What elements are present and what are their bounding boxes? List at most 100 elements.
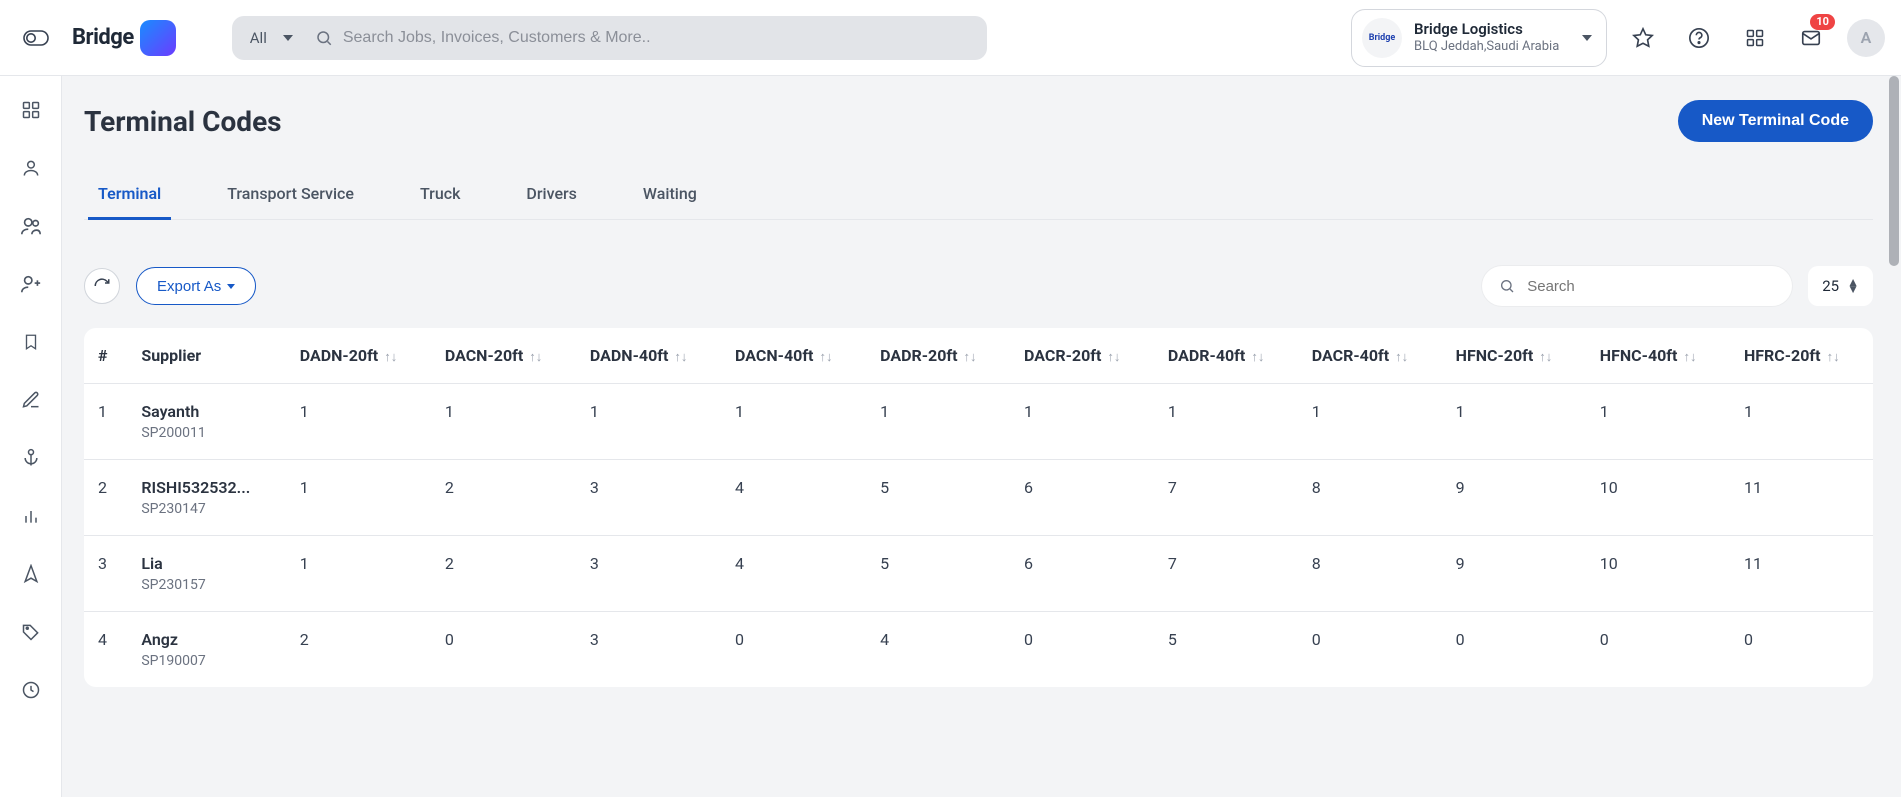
col-dadr-40ft[interactable]: DADR-40ft↑↓ <box>1154 328 1298 384</box>
supplier-cell: Angz SP190007 <box>127 612 285 688</box>
tab-terminal[interactable]: Terminal <box>88 170 171 220</box>
content-scroll[interactable]: Terminal Codes New Terminal Code Termina… <box>62 76 1901 797</box>
supplier-code: SP230157 <box>141 577 271 593</box>
value-cell: 2 <box>431 536 576 612</box>
value-cell: 1 <box>1298 384 1442 460</box>
row-index: 4 <box>84 612 127 688</box>
mail-button[interactable]: 10 <box>1791 18 1831 58</box>
org-selector[interactable]: Bridge Bridge Logistics BLQ Jeddah,Saudi… <box>1351 9 1607 67</box>
value-cell: 4 <box>866 612 1010 688</box>
edit-icon <box>21 390 41 410</box>
user-avatar[interactable]: A <box>1847 19 1885 57</box>
value-cell: 8 <box>1298 460 1442 536</box>
col-dacr-20ft[interactable]: DACR-20ft↑↓ <box>1010 328 1154 384</box>
search-input[interactable] <box>341 16 987 60</box>
col-supplier: Supplier <box>127 328 285 384</box>
col--: # <box>84 328 127 384</box>
nav-users[interactable] <box>15 210 47 242</box>
sort-icon: ↑↓ <box>674 350 687 365</box>
tag-icon <box>21 622 41 642</box>
anchor-icon <box>21 448 41 468</box>
apps-button[interactable] <box>1735 18 1775 58</box>
table-container: #SupplierDADN-20ft↑↓DACN-20ft↑↓DADN-40ft… <box>84 328 1873 687</box>
logo-text: Bridge <box>72 25 134 50</box>
supplier-code: SP230147 <box>141 501 271 517</box>
clock-icon <box>21 680 41 700</box>
new-terminal-code-button[interactable]: New Terminal Code <box>1678 100 1873 142</box>
navigation-icon <box>21 564 41 584</box>
tab-drivers[interactable]: Drivers <box>516 170 586 220</box>
table-row[interactable]: 3LiaSP2301571234567891011 <box>84 536 1873 612</box>
logo-mark-icon <box>140 20 176 56</box>
nav-edit[interactable] <box>15 384 47 416</box>
supplier-name: Angz <box>141 630 271 649</box>
sort-icon: ↑↓ <box>529 350 542 365</box>
supplier-cell: LiaSP230157 <box>127 536 285 612</box>
col-hfnc-20ft[interactable]: HFNC-20ft↑↓ <box>1442 328 1586 384</box>
table-row[interactable]: 4AngzSP19000720304050000 <box>84 612 1873 688</box>
page-size-select[interactable]: 25 ▲▼ <box>1808 266 1873 306</box>
visibility-toggle[interactable] <box>16 18 56 58</box>
scrollbar[interactable] <box>1889 76 1899 797</box>
col-dacr-40ft[interactable]: DACR-40ft↑↓ <box>1298 328 1442 384</box>
shell: Terminal Codes New Terminal Code Termina… <box>0 76 1901 797</box>
supplier-code: SP190007 <box>141 653 271 669</box>
topbar: Bridge All Bridge Bridge Logistics BLQ J… <box>0 0 1901 76</box>
col-dadn-20ft[interactable]: DADN-20ft↑↓ <box>286 328 431 384</box>
nav-bookmark[interactable] <box>15 326 47 358</box>
col-dacn-20ft[interactable]: DACN-20ft↑↓ <box>431 328 576 384</box>
value-cell: 1 <box>1442 384 1586 460</box>
value-cell: 3 <box>576 536 721 612</box>
nav-add-user[interactable] <box>15 268 47 300</box>
value-cell: 7 <box>1154 536 1298 612</box>
tab-waiting[interactable]: Waiting <box>633 170 707 220</box>
value-cell: 11 <box>1730 460 1873 536</box>
table-search <box>1482 266 1792 306</box>
nav-tag[interactable] <box>15 616 47 648</box>
scrollbar-thumb[interactable] <box>1889 76 1899 266</box>
col-dadn-40ft[interactable]: DADN-40ft↑↓ <box>576 328 721 384</box>
terminal-codes-table: #SupplierDADN-20ft↑↓DACN-20ft↑↓DADN-40ft… <box>84 328 1873 687</box>
value-cell: 1 <box>721 384 866 460</box>
col-dadr-20ft[interactable]: DADR-20ft↑↓ <box>866 328 1010 384</box>
value-cell: 6 <box>1010 536 1154 612</box>
help-button[interactable] <box>1679 18 1719 58</box>
search-icon <box>1499 278 1515 294</box>
nav-history[interactable] <box>15 674 47 706</box>
value-cell: 5 <box>1154 612 1298 688</box>
export-button[interactable]: Export As <box>136 267 256 305</box>
value-cell: 9 <box>1442 536 1586 612</box>
value-cell: 4 <box>721 460 866 536</box>
tab-transport-service[interactable]: Transport Service <box>217 170 364 220</box>
star-icon <box>1632 27 1654 49</box>
col-hfrc-20ft[interactable]: HFRC-20ft↑↓ <box>1730 328 1873 384</box>
value-cell: 1 <box>286 384 431 460</box>
nav-navigation[interactable] <box>15 558 47 590</box>
global-search: All <box>232 16 987 60</box>
value-cell: 9 <box>1442 460 1586 536</box>
nav-reports[interactable] <box>15 500 47 532</box>
value-cell: 0 <box>1298 612 1442 688</box>
col-hfnc-40ft[interactable]: HFNC-40ft↑↓ <box>1586 328 1730 384</box>
value-cell: 0 <box>1010 612 1154 688</box>
tab-truck[interactable]: Truck <box>410 170 470 220</box>
tabs: Terminal Transport Service Truck Drivers Wai… <box>84 170 1873 220</box>
org-location: BLQ Jeddah,Saudi Arabia <box>1414 39 1559 55</box>
app-logo[interactable]: Bridge <box>72 20 176 56</box>
search-category-select[interactable]: All <box>232 16 307 60</box>
favorites-button[interactable] <box>1623 18 1663 58</box>
value-cell: 5 <box>866 536 1010 612</box>
table-row[interactable]: 2RISHI532532...SP2301471234567891011 <box>84 460 1873 536</box>
col-dacn-40ft[interactable]: DACN-40ft↑↓ <box>721 328 866 384</box>
table-toolbar: Export As 25 ▲▼ <box>84 266 1873 306</box>
value-cell: 2 <box>286 612 431 688</box>
nav-anchor[interactable] <box>15 442 47 474</box>
nav-user[interactable] <box>15 152 47 184</box>
supplier-name: RISHI532532... <box>141 478 271 497</box>
nav-dashboard[interactable] <box>15 94 47 126</box>
page-title: Terminal Codes <box>84 105 282 138</box>
refresh-button[interactable] <box>84 268 120 304</box>
table-row[interactable]: 1SayanthSP20001111111111111 <box>84 384 1873 460</box>
table-search-input[interactable] <box>1525 277 1775 296</box>
sort-icon: ↑↓ <box>1107 350 1120 365</box>
